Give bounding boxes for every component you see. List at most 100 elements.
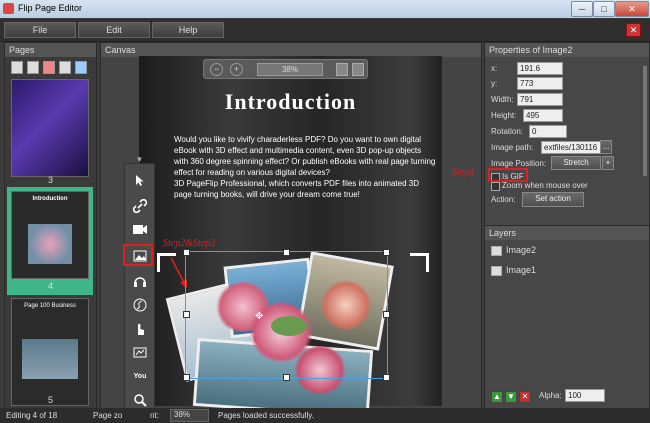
select-tool-icon[interactable] <box>129 172 151 190</box>
image-position-more[interactable]: + <box>602 156 614 170</box>
layer-item[interactable]: Image1 <box>489 261 644 279</box>
copy-page-icon[interactable] <box>27 61 39 74</box>
browse-button[interactable]: ... <box>600 140 612 154</box>
resize-handle-top-right[interactable] <box>383 249 390 256</box>
link-tool-icon[interactable] <box>129 197 151 215</box>
layer-down-icon[interactable]: ▼ <box>505 391 517 403</box>
youtube-tool-icon[interactable]: You <box>129 368 151 386</box>
status-bar: Editing 4 of 18 Page zo nt: 38% Pages lo… <box>0 408 650 423</box>
video-tool-icon[interactable] <box>129 222 151 240</box>
audio-tool-icon[interactable] <box>129 272 151 290</box>
window-titlebar: Flip Page Editor ─ □ ✕ <box>0 0 650 18</box>
layer-label: Image1 <box>506 265 537 275</box>
page-body-text: Would you like to vivify charaderless PD… <box>174 135 436 199</box>
status-message: Pages loaded successfully. <box>218 411 314 420</box>
layer-item[interactable]: Image2 <box>489 241 644 259</box>
button-tool-icon[interactable] <box>129 320 151 338</box>
actual-size-icon[interactable] <box>352 63 364 76</box>
page-thumbnail-3[interactable] <box>11 79 89 177</box>
move-cursor-icon: ✥ <box>255 311 264 322</box>
window-title: Flip Page Editor <box>18 3 83 13</box>
properties-panel: Properties of Image2 x: 191.6 y: 773 Wid… <box>484 42 650 226</box>
new-page-icon[interactable] <box>11 61 23 74</box>
zoom-mouse-over-label: Zoom when mouse over <box>502 181 588 190</box>
resize-handle-left[interactable] <box>183 311 190 318</box>
is-gif-highlight <box>488 168 528 182</box>
page-zoom-label: Page zo <box>93 411 123 420</box>
maximize-button[interactable]: □ <box>593 1 615 17</box>
page-thumbnail-4[interactable]: Introduction <box>11 191 89 279</box>
thumb-title: Introduction <box>32 196 68 202</box>
export-page-icon[interactable] <box>75 61 87 74</box>
window-close-button[interactable]: ✕ <box>615 1 649 17</box>
page-number-4: 4 <box>47 281 53 291</box>
page-number-3: 3 <box>47 175 53 185</box>
minimize-button[interactable]: ─ <box>571 1 593 17</box>
close-editor-button[interactable]: ✕ <box>626 23 641 37</box>
zoom-field[interactable]: 38% <box>257 63 323 76</box>
layers-panel: Layers Image2 Image1 ▲ ▼ ✕ Alpha: 100 <box>484 225 650 410</box>
insert-toolbar: ▼ You <box>124 155 155 410</box>
y-label: y: <box>491 79 498 88</box>
menu-edit[interactable]: Edit <box>78 22 150 38</box>
alpha-label: Alpha: <box>539 391 562 400</box>
flash-tool-icon[interactable] <box>129 296 151 314</box>
menu-file[interactable]: File <box>4 22 76 38</box>
x-field[interactable]: 191.6 <box>517 62 563 75</box>
zoom-out-button[interactable]: − <box>210 63 223 76</box>
layer-label: Image2 <box>506 245 537 255</box>
step2-step3-label: Step2&Step3 <box>163 238 216 249</box>
app-icon <box>3 3 14 14</box>
page-thumbnail-5[interactable]: Page 100 Business <box>11 298 89 406</box>
pages-panel: Pages 3 Introduction 4 Page 100 Business… <box>4 42 97 410</box>
resize-handle-bottom-left[interactable] <box>183 374 190 381</box>
menubar: File Edit Help ✕ <box>0 19 650 42</box>
zoom-toolbar: − + 38% <box>203 59 368 79</box>
alpha-field[interactable]: 100 <box>565 389 605 402</box>
page-title: Introduction <box>224 89 357 114</box>
editing-status: Editing 4 of 18 <box>6 411 58 420</box>
y-field[interactable]: 773 <box>517 77 563 90</box>
image-path-label: Image path: <box>491 143 534 152</box>
set-action-button[interactable]: Set action <box>522 192 584 207</box>
width-field[interactable]: 791 <box>517 93 563 106</box>
image-position-label: Image Position: <box>491 159 547 168</box>
image-selection-box[interactable] <box>185 251 388 379</box>
layer-image-icon <box>491 265 502 276</box>
rotation-field[interactable]: 0 <box>529 125 567 138</box>
height-field[interactable]: 495 <box>523 109 563 122</box>
image-tool-highlight <box>123 244 153 266</box>
pages-panel-title: Pages <box>5 43 96 57</box>
resize-handle-bottom[interactable] <box>283 374 290 381</box>
thumb-heading: Page 100 Business <box>24 303 76 309</box>
step4-label: Step4 <box>452 167 475 178</box>
action-label: Action: <box>491 195 516 204</box>
toolbar-collapse-icon[interactable]: ▼ <box>125 155 154 164</box>
layer-up-icon[interactable]: ▲ <box>491 391 503 403</box>
properties-title: Properties of Image2 <box>485 43 649 57</box>
image-position-select[interactable]: Stretch <box>551 156 601 170</box>
layer-delete-icon[interactable]: ✕ <box>519 391 531 403</box>
layers-title: Layers <box>485 226 649 240</box>
resize-handle-top-left[interactable] <box>183 249 190 256</box>
import-page-icon[interactable] <box>59 61 71 74</box>
zoom-in-button[interactable]: + <box>230 63 243 76</box>
x-label: x: <box>491 64 498 73</box>
thumb-image <box>28 224 72 264</box>
resize-handle-top[interactable] <box>283 249 290 256</box>
resize-handle-right[interactable] <box>383 311 390 318</box>
image-path-field[interactable]: extfiles/130116 <box>541 141 601 154</box>
slideshow-tool-icon[interactable] <box>129 344 151 362</box>
page-zoom-value[interactable]: 38% <box>170 409 209 422</box>
menu-help[interactable]: Help <box>152 22 224 38</box>
thumb-image <box>22 339 78 379</box>
zoom-mouse-over-checkbox[interactable] <box>491 182 500 191</box>
rotation-label: Rotation: <box>491 127 524 136</box>
page-zoom-label-tail: nt: <box>150 411 159 420</box>
delete-page-icon[interactable] <box>43 61 55 74</box>
crop-corner-tl <box>157 253 176 272</box>
canvas-panel-title: Canvas <box>101 43 481 57</box>
properties-scrollbar[interactable] <box>643 66 647 176</box>
resize-handle-bottom-right[interactable] <box>383 374 390 381</box>
fit-page-icon[interactable] <box>336 63 348 76</box>
